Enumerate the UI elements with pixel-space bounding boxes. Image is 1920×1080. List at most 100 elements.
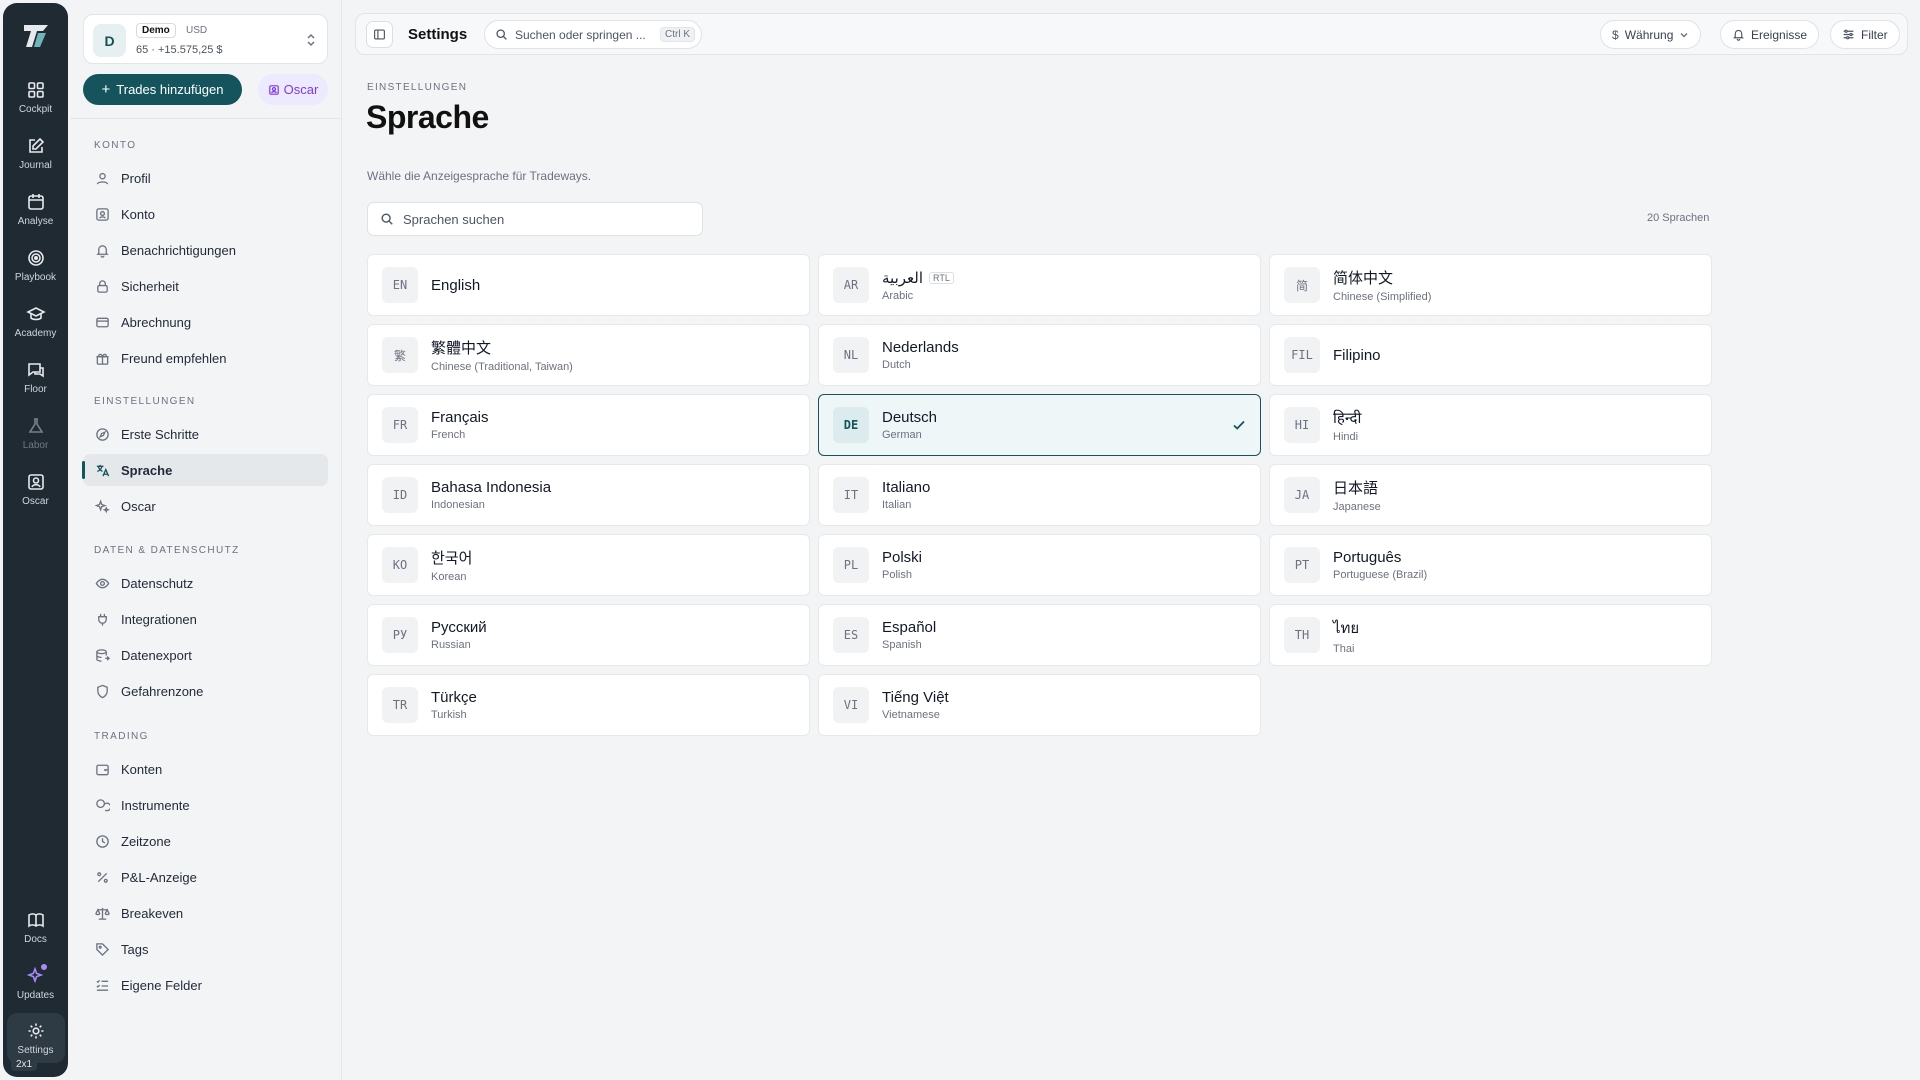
language-native-name: Português — [1333, 549, 1427, 566]
global-search-input[interactable]: Suchen oder springen ... Ctrl K — [484, 20, 702, 49]
oscar-label: Oscar — [283, 82, 319, 97]
credit-card-icon — [96, 317, 109, 327]
language-code: 简 — [1284, 267, 1320, 303]
sidebar-item-integrationen[interactable]: Integrationen — [83, 603, 328, 635]
language-card[interactable]: KO 한국어 Korean — [367, 534, 810, 596]
language-card[interactable]: IT Italiano Italian — [818, 464, 1261, 526]
language-names: Nederlands Dutch — [882, 339, 959, 371]
rail-item-floor[interactable]: Floor — [7, 351, 65, 403]
app-logo-icon[interactable] — [21, 21, 51, 51]
sidebar-item-sprache[interactable]: Sprache — [82, 454, 328, 486]
language-card[interactable]: HI हिन्दी Hindi — [1269, 394, 1712, 456]
sidebar-item-benachrichtigungen[interactable]: Benachrichtigungen — [83, 234, 328, 266]
sidebar-item-tags[interactable]: Tags — [83, 933, 328, 965]
language-card[interactable]: 繁繁體中文 Chinese (Traditional, Taiwan) — [367, 324, 810, 386]
wallet-icon — [96, 764, 109, 775]
sidebar-item-pl-anzeige[interactable]: P&L-Anzeige — [83, 861, 328, 893]
currency-dropdown[interactable]: $ Währung — [1600, 20, 1702, 49]
calendar-icon — [27, 193, 44, 210]
plus-icon: + — [101, 81, 111, 98]
filter-label: Filter — [1861, 27, 1888, 42]
sidebar-item-gefahrenzone[interactable]: Gefahrenzone — [83, 675, 328, 707]
language-search-input[interactable]: Sprachen suchen — [367, 202, 703, 236]
language-code: 繁 — [382, 337, 418, 373]
sidebar-item-label: P&L-Anzeige — [121, 869, 197, 885]
language-native-label: Türkçe — [431, 689, 477, 706]
sidebar-item-abrechnung[interactable]: Abrechnung — [83, 306, 328, 338]
oscar-button[interactable]: Oscar — [258, 74, 328, 105]
language-card[interactable]: PT Português Portuguese (Brazil) — [1269, 534, 1712, 596]
rail-item-playbook[interactable]: Playbook — [7, 239, 65, 291]
language-card[interactable]: DE Deutsch German — [818, 394, 1261, 456]
shortcut-hint: Ctrl K — [660, 27, 695, 42]
language-card[interactable]: PL Polski Polish — [818, 534, 1261, 596]
translate-icon — [96, 464, 110, 476]
language-card[interactable]: TR Türkçe Turkish — [367, 674, 810, 736]
sidebar-item-zeitzone[interactable]: Zeitzone — [83, 825, 328, 857]
rail-item-docs[interactable]: Docs — [7, 901, 65, 953]
search-icon — [496, 29, 507, 40]
language-names: 简体中文 Chinese (Simplified) — [1333, 267, 1431, 303]
sidebar-item-datenexport[interactable]: Datenexport — [83, 639, 328, 671]
account-switcher[interactable]: D Demo USD 65 · +15.575,25 $ — [83, 14, 328, 64]
unread-dot — [40, 964, 47, 970]
language-card[interactable]: FIL Filipino — [1269, 324, 1712, 386]
language-english-name: Russian — [431, 639, 471, 651]
sidebar-item-eigene-felder[interactable]: Eigene Felder — [83, 969, 328, 1001]
sidebar-item-breakeven[interactable]: Breakeven — [83, 897, 328, 929]
language-names: हिन्दी Hindi — [1333, 408, 1361, 443]
global-search-placeholder: Suchen oder springen ... — [515, 27, 646, 42]
grid-icon — [27, 81, 44, 98]
sidebar-item-freund-empfehlen[interactable]: Freund empfehlen — [83, 342, 328, 374]
rail-item-settings[interactable]: Settings — [6, 1013, 65, 1063]
sidebar-item-erste-schritte[interactable]: Erste Schritte — [83, 418, 328, 450]
language-card[interactable]: FR Français French — [367, 394, 810, 456]
sidebar-item-label: Tags — [121, 941, 149, 957]
sidebar-item-datenschutz[interactable]: Datenschutz — [83, 567, 328, 599]
language-card[interactable]: VI Tiếng Việt Vietnamese — [818, 674, 1261, 736]
language-native-name: Polski — [882, 549, 922, 566]
language-card[interactable]: ES Español Spanish — [818, 604, 1261, 666]
rail-item-labor[interactable]: Labor — [7, 407, 65, 459]
sidebar-item-sicherheit[interactable]: Sicherheit — [83, 270, 328, 302]
language-code: FR — [382, 407, 418, 443]
language-card[interactable]: NL Nederlands Dutch — [818, 324, 1261, 386]
sidebar-item-oscar[interactable]: Oscar — [83, 490, 328, 522]
sidebar-item-profil[interactable]: Profil — [83, 162, 328, 194]
filter-icon — [1843, 29, 1854, 40]
language-card[interactable]: РУ Русский Russian — [367, 604, 810, 666]
sidebar-item-konten[interactable]: Konten — [83, 753, 328, 785]
language-card[interactable]: 简简体中文 Chinese (Simplified) — [1269, 254, 1712, 316]
add-trades-button[interactable]: + Trades hinzufügen — [83, 74, 242, 105]
rail-item-updates[interactable]: Updates — [7, 957, 65, 1009]
language-code: FIL — [1284, 337, 1320, 373]
plug-icon — [98, 613, 107, 626]
events-button[interactable]: Ereignisse — [1720, 20, 1820, 49]
sidebar-item-konto[interactable]: Konto — [83, 198, 328, 230]
rail-item-analyse[interactable]: Analyse — [7, 183, 65, 235]
chat-icon — [27, 362, 44, 377]
sidebar-icon — [374, 29, 385, 40]
rail-label: Analyse — [17, 215, 54, 227]
rail-item-oscar[interactable]: Oscar — [7, 463, 65, 515]
language-card[interactable]: AR العربية RTL Arabic — [818, 254, 1261, 316]
rail-item-academy[interactable]: Academy — [7, 295, 65, 347]
language-native-label: Português — [1333, 549, 1402, 566]
rail-item-cockpit[interactable]: Cockpit — [7, 71, 65, 123]
language-native-label: Русский — [431, 619, 487, 636]
language-card[interactable]: EN English — [367, 254, 810, 316]
filter-button[interactable]: Filter — [1830, 20, 1900, 49]
language-native-name: Filipino — [1333, 347, 1381, 364]
language-card[interactable]: ID Bahasa Indonesia Indonesian — [367, 464, 810, 526]
sidebar-toggle-button[interactable] — [366, 21, 393, 48]
language-search-placeholder: Sprachen suchen — [403, 211, 505, 227]
language-names: Русский Russian — [431, 619, 487, 651]
language-names: Français French — [431, 409, 489, 441]
divider — [70, 118, 342, 119]
rail-item-journal[interactable]: Journal — [7, 127, 65, 179]
account-icon — [96, 207, 109, 221]
language-card[interactable]: JA 日本語 Japanese — [1269, 464, 1712, 526]
language-native-label: हिन्दी — [1333, 409, 1362, 427]
sidebar-item-instrumente[interactable]: Instrumente — [83, 789, 328, 821]
language-card[interactable]: TH ไทย Thai — [1269, 604, 1712, 666]
